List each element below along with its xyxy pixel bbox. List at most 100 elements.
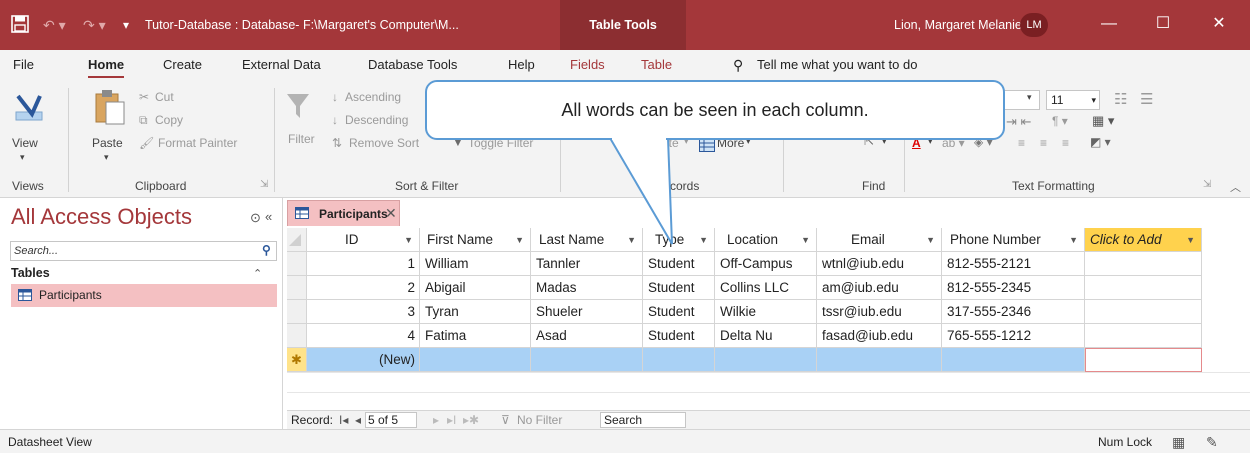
customize-qat-icon[interactable]: ▾ xyxy=(123,0,129,50)
column-dropdown-icon[interactable]: ▼ xyxy=(699,228,708,251)
cell-new[interactable] xyxy=(817,348,942,372)
column-header-phone-number[interactable]: Phone Number ▼ xyxy=(942,228,1085,252)
column-dropdown-icon[interactable]: ▼ xyxy=(926,228,935,251)
font-size-combo[interactable]: 11 ▾ xyxy=(1046,90,1100,110)
paste-icon[interactable] xyxy=(94,88,126,126)
select-all-corner[interactable] xyxy=(287,228,307,252)
collapse-section-icon[interactable]: ⌃ xyxy=(253,267,262,280)
save-icon[interactable] xyxy=(11,15,29,33)
cell-type[interactable]: Student xyxy=(643,300,715,324)
cell-type[interactable]: Student xyxy=(643,252,715,276)
record-search-input[interactable]: Search xyxy=(600,412,686,428)
cell-id[interactable]: 4 xyxy=(307,324,420,348)
cell-phone-number[interactable]: 812-555-2345 xyxy=(942,276,1085,300)
column-header-last-name[interactable]: Last Name ▼ xyxy=(531,228,643,252)
tab-external-data[interactable]: External Data xyxy=(242,50,321,80)
tab-fields[interactable]: Fields xyxy=(570,50,605,80)
filter-icon[interactable] xyxy=(286,92,310,120)
minimize-button[interactable]: — xyxy=(1086,0,1132,50)
paragraph-direction-icon[interactable]: ¶ ▾ xyxy=(1052,114,1068,128)
cell-first-name[interactable]: Fatima xyxy=(420,324,531,348)
column-header-email[interactable]: Email ▼ xyxy=(817,228,942,252)
column-dropdown-icon[interactable]: ▼ xyxy=(1069,228,1078,251)
nav-item-participants[interactable]: Participants xyxy=(11,284,277,307)
numbering-icon[interactable]: ☰ xyxy=(1140,90,1153,108)
close-icon[interactable]: ✕ xyxy=(385,205,397,222)
copy-button[interactable]: Copy xyxy=(155,113,183,127)
cell-last-name[interactable]: Madas xyxy=(531,276,643,300)
cell-email[interactable]: wtnl@iub.edu xyxy=(817,252,942,276)
align-right-icon[interactable]: ≡ xyxy=(1062,136,1069,150)
cell-phone-number[interactable]: 765-555-1212 xyxy=(942,324,1085,348)
first-record-button[interactable]: I◂ xyxy=(339,411,348,429)
gridlines-icon[interactable]: ▦ ▾ xyxy=(1092,113,1114,129)
avatar[interactable]: LM xyxy=(1020,13,1048,37)
font-name-combo[interactable] xyxy=(1004,90,1040,110)
cell-first-name[interactable]: William xyxy=(420,252,531,276)
cell-phone-number[interactable]: 812-555-2121 xyxy=(942,252,1085,276)
collapse-ribbon-icon[interactable]: ︿ xyxy=(1230,179,1241,195)
cell-id[interactable]: 3 xyxy=(307,300,420,324)
current-record-input[interactable]: 5 of 5 xyxy=(365,412,417,428)
previous-record-button[interactable]: ◂ xyxy=(355,411,361,429)
column-dropdown-icon[interactable]: ▼ xyxy=(627,228,636,251)
view-dropdown-icon[interactable]: ▾ xyxy=(20,152,25,163)
cell-email[interactable]: tssr@iub.edu xyxy=(817,300,942,324)
shutter-bar-icon[interactable]: « xyxy=(265,209,272,224)
cell-type[interactable]: Student xyxy=(643,276,715,300)
column-dropdown-icon[interactable]: ▼ xyxy=(404,228,413,251)
remove-sort-button[interactable]: Remove Sort xyxy=(349,136,419,150)
maximize-button[interactable]: ☐ xyxy=(1140,0,1186,50)
new-record-button[interactable]: ▸✱ xyxy=(463,411,479,429)
cell-email[interactable]: am@iub.edu xyxy=(817,276,942,300)
filter-button[interactable]: Filter xyxy=(288,132,315,146)
nav-menu-icon[interactable]: ⊙ xyxy=(250,210,261,226)
cell-phone-number[interactable]: 317-555-2346 xyxy=(942,300,1085,324)
paste-button[interactable]: Paste xyxy=(92,136,123,150)
cell-new-active[interactable] xyxy=(1085,348,1202,372)
column-dropdown-icon[interactable]: ▼ xyxy=(515,228,524,251)
cell-new[interactable] xyxy=(531,348,643,372)
clipboard-launcher-icon[interactable]: ⇲ xyxy=(260,179,268,190)
cell-last-name[interactable]: Tannler xyxy=(531,252,643,276)
tab-help[interactable]: Help xyxy=(508,50,535,80)
row-selector[interactable] xyxy=(287,300,307,324)
design-view-icon[interactable]: ✎ xyxy=(1206,430,1218,453)
cell-location[interactable]: Collins LLC xyxy=(715,276,817,300)
cell-email[interactable]: fasad@iub.edu xyxy=(817,324,942,348)
cell-type[interactable]: Student xyxy=(643,324,715,348)
column-header-id[interactable]: ID ▼ xyxy=(307,228,420,252)
cell-new[interactable] xyxy=(643,348,715,372)
cell-id[interactable]: 2 xyxy=(307,276,420,300)
cell-new[interactable] xyxy=(420,348,531,372)
cell-empty[interactable] xyxy=(1085,324,1202,348)
cell-new[interactable] xyxy=(942,348,1085,372)
no-filter-button[interactable]: No Filter xyxy=(517,411,562,429)
cell-location[interactable]: Wilkie xyxy=(715,300,817,324)
tab-create[interactable]: Create xyxy=(163,50,202,80)
column-header-location[interactable]: Location ▼ xyxy=(715,228,817,252)
next-record-button[interactable]: ▸ xyxy=(433,411,439,429)
align-center-icon[interactable]: ≡ xyxy=(1040,136,1047,150)
nav-search-input[interactable]: Search... xyxy=(10,241,277,261)
cell-new-label[interactable]: (New) xyxy=(307,348,420,372)
tab-home[interactable]: Home xyxy=(88,50,125,80)
column-dropdown-icon[interactable]: ▼ xyxy=(1186,228,1195,251)
column-dropdown-icon[interactable]: ▼ xyxy=(801,228,810,251)
column-header-click-to-add[interactable]: Click to Add ▼ xyxy=(1085,228,1202,252)
nav-section-tables[interactable]: Tables xyxy=(11,266,50,280)
tab-table[interactable]: Table xyxy=(641,50,672,80)
cell-first-name[interactable]: Abigail xyxy=(420,276,531,300)
tab-participants[interactable]: Participants ✕ xyxy=(287,200,400,226)
column-header-type[interactable]: Type ▼ xyxy=(643,228,715,252)
last-record-button[interactable]: ▸I xyxy=(447,411,456,429)
row-selector[interactable] xyxy=(287,276,307,300)
ascending-button[interactable]: Ascending xyxy=(345,90,401,104)
cell-last-name[interactable]: Asad xyxy=(531,324,643,348)
cell-empty[interactable] xyxy=(1085,300,1202,324)
close-button[interactable]: ✕ xyxy=(1196,0,1242,50)
undo-icon[interactable]: ↶ ▾ xyxy=(43,0,66,50)
datasheet-view-icon[interactable]: ▦ xyxy=(1172,430,1185,453)
descending-button[interactable]: Descending xyxy=(345,113,408,127)
text-formatting-launcher-icon[interactable]: ⇲ xyxy=(1203,179,1211,190)
